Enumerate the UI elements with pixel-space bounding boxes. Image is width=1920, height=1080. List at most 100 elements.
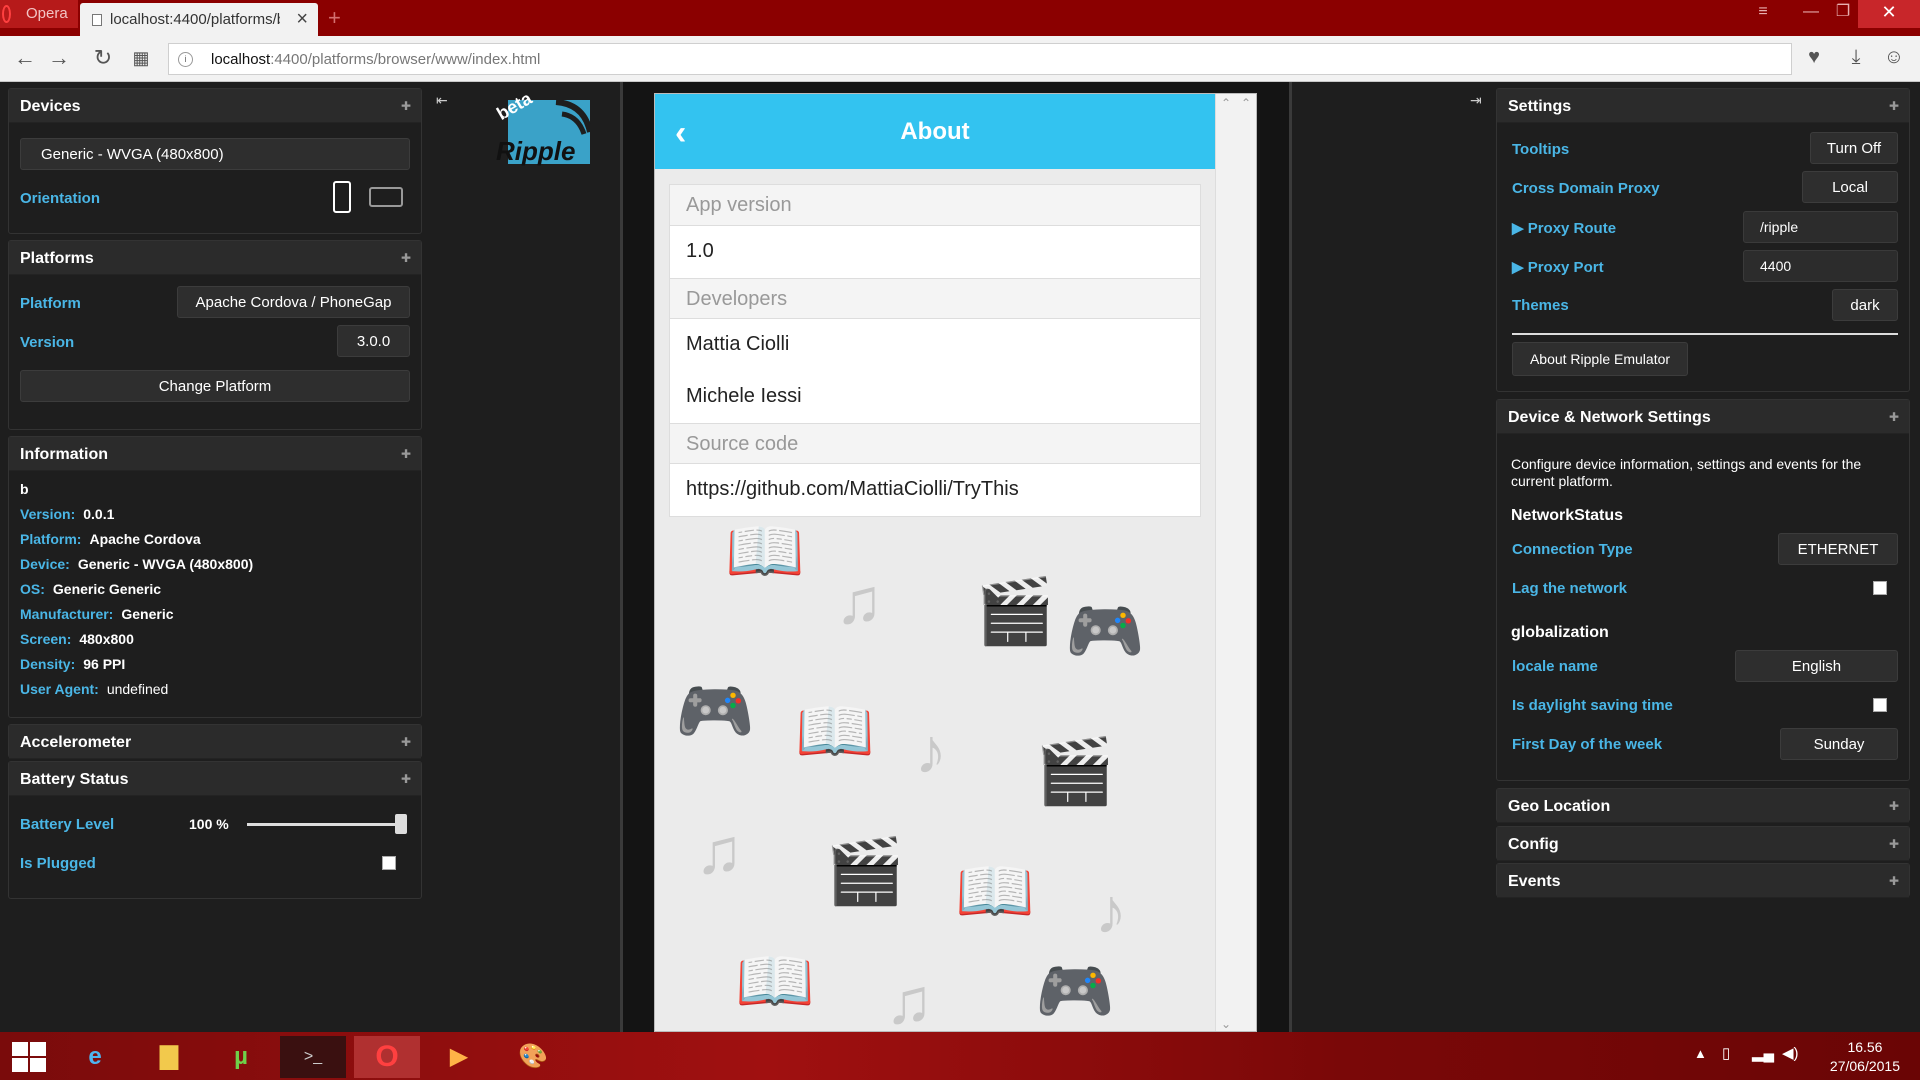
tab-title: localhost:4400/platforms/b — [110, 11, 280, 28]
gamepad-pattern-icon: 🎮 — [1035, 955, 1115, 1027]
first-day-select[interactable]: Sunday — [1780, 728, 1898, 760]
utorrent-icon[interactable]: µ — [208, 1036, 274, 1078]
pin-icon[interactable]: ✚ — [401, 735, 411, 749]
window-close-button[interactable]: ✕ — [1858, 0, 1920, 28]
stash-icon[interactable]: ≡ — [1740, 0, 1786, 28]
battery-slider-track[interactable] — [247, 823, 407, 826]
proxy-port-label[interactable]: ▶ Proxy Port — [1512, 258, 1604, 276]
locale-select[interactable]: English — [1735, 650, 1898, 682]
platforms-panel-header[interactable]: Platforms ✚ — [9, 241, 421, 275]
url-field[interactable]: i localhost:4400/platforms/browser/www/i… — [168, 43, 1792, 75]
scroll-up-icon[interactable]: ⌃ — [1221, 96, 1231, 110]
scroll-down-icon[interactable]: ⌄ — [1221, 1017, 1231, 1031]
change-platform-button[interactable]: Change Platform — [20, 370, 410, 402]
config-panel-header[interactable]: Config ✚ — [1497, 827, 1909, 861]
info-key: User Agent: — [20, 681, 99, 697]
connection-type-select[interactable]: ETHERNET — [1778, 533, 1898, 565]
signal-tray-icon[interactable]: ▂▄ — [1752, 1044, 1774, 1062]
command-prompt-icon[interactable]: >_ — [280, 1036, 346, 1078]
info-user-agent: User Agent: undefined — [20, 681, 168, 697]
pin-icon[interactable]: ✚ — [401, 251, 411, 265]
is-plugged-label: Is Plugged — [20, 855, 96, 872]
landscape-phone-icon[interactable] — [369, 187, 403, 207]
portrait-phone-icon[interactable] — [333, 181, 351, 213]
speed-dial-icon[interactable]: ▦ — [128, 48, 154, 69]
events-panel: Events ✚ — [1496, 863, 1910, 898]
geo-location-panel: Geo Location ✚ — [1496, 788, 1910, 823]
proxy-route-input[interactable]: /ripple — [1743, 211, 1898, 243]
version-select[interactable]: 3.0.0 — [337, 325, 410, 357]
devices-panel: Devices ✚ Generic - WVGA (480x800) Orient… — [8, 88, 422, 234]
daylight-saving-checkbox[interactable] — [1873, 698, 1887, 712]
accelerometer-panel-header[interactable]: Accelerometer ✚ — [9, 725, 421, 759]
pin-icon[interactable]: ✚ — [1889, 99, 1899, 113]
windows-start-icon[interactable] — [10, 1042, 46, 1072]
browser-tab[interactable]: localhost:4400/platforms/b × — [80, 3, 318, 36]
information-title: Information — [20, 446, 108, 463]
devices-panel-header[interactable]: Devices ✚ — [9, 89, 421, 123]
site-info-icon[interactable]: i — [178, 52, 193, 67]
tray-expand-icon[interactable]: ▲ — [1694, 1046, 1707, 1061]
url-path: :4400/platforms/browser/www/index.html — [270, 51, 541, 68]
information-panel-header[interactable]: Information ✚ — [9, 437, 421, 471]
events-panel-header[interactable]: Events ✚ — [1497, 864, 1909, 898]
platform-select[interactable]: Apache Cordova / PhoneGap — [177, 286, 410, 318]
file-explorer-icon[interactable]: ▇ — [136, 1036, 202, 1078]
orientation-label: Orientation — [20, 190, 101, 207]
device-select[interactable]: Generic - WVGA (480x800) — [20, 138, 410, 170]
scroll-up-icon[interactable]: ⌃ — [1241, 96, 1251, 110]
opera-taskbar-icon[interactable]: O — [354, 1036, 420, 1078]
pin-icon[interactable]: ✚ — [401, 99, 411, 113]
proxy-route-label[interactable]: ▶ Proxy Route — [1512, 219, 1616, 237]
phone-scrollbar[interactable]: ⌃ ⌃ ⌄ — [1215, 94, 1256, 1031]
pin-icon[interactable]: ✚ — [1889, 874, 1899, 888]
back-icon[interactable]: ← — [12, 45, 38, 71]
about-ripple-button[interactable]: About Ripple Emulator — [1512, 342, 1688, 376]
reload-icon[interactable]: ↻ — [90, 45, 116, 71]
proxy-port-input[interactable]: 4400 — [1743, 250, 1898, 282]
battery-tray-icon[interactable]: ▯ — [1722, 1044, 1730, 1062]
pin-icon[interactable]: ✚ — [1889, 837, 1899, 851]
close-tab-icon[interactable]: × — [296, 8, 308, 31]
volume-tray-icon[interactable]: ◀) — [1782, 1044, 1799, 1062]
download-icon[interactable]: ⤓ — [1844, 46, 1868, 70]
taskbar-clock[interactable]: 16.56 27/06/2015 — [1830, 1038, 1900, 1076]
platforms-title: Platforms — [20, 250, 94, 267]
device-network-title: Device & Network Settings — [1508, 409, 1711, 426]
new-tab-button[interactable]: + — [328, 5, 341, 31]
collapse-left-icon[interactable]: ⇤ — [436, 92, 448, 109]
page-icon — [92, 14, 102, 26]
account-icon[interactable]: ☺ — [1882, 46, 1906, 70]
info-value: Generic — [121, 606, 174, 622]
book-pattern-icon: 📖 — [725, 515, 805, 587]
collapse-right-icon[interactable]: ⇥ — [1470, 92, 1482, 109]
lag-network-checkbox[interactable] — [1873, 581, 1887, 595]
is-plugged-checkbox[interactable] — [382, 856, 396, 870]
ripple-logo: beta Ripple — [493, 88, 593, 168]
themes-select[interactable]: dark — [1832, 289, 1898, 321]
pin-icon[interactable]: ✚ — [401, 772, 411, 786]
battery-slider-thumb[interactable] — [395, 814, 407, 834]
geo-location-panel-header[interactable]: Geo Location ✚ — [1497, 789, 1909, 823]
paint-icon[interactable]: 🎨 — [500, 1036, 566, 1078]
forward-icon[interactable]: → — [46, 45, 72, 71]
url-host: localhost — [211, 51, 271, 68]
device-network-panel-header[interactable]: Device & Network Settings ✚ — [1497, 400, 1909, 434]
list-item: Michele Iessi — [670, 371, 1200, 423]
pin-icon[interactable]: ✚ — [1889, 799, 1899, 813]
internet-explorer-icon[interactable]: e — [62, 1036, 128, 1078]
app-header: ‹ About — [655, 94, 1215, 169]
pin-icon[interactable]: ✚ — [1889, 410, 1899, 424]
source-code-link[interactable]: https://github.com/MattiaCiolli/TryThis — [670, 464, 1200, 516]
information-panel: Information ✚ b Version: 0.0.1 Platform: Ap… — [8, 436, 422, 718]
settings-panel-header[interactable]: Settings ✚ — [1497, 89, 1909, 123]
battery-panel-header[interactable]: Battery Status ✚ — [9, 762, 421, 796]
pin-icon[interactable]: ✚ — [401, 447, 411, 461]
tooltips-toggle-button[interactable]: Turn Off — [1810, 132, 1898, 164]
settings-panel: Settings ✚ Tooltips Turn Off Cross Domain… — [1496, 88, 1910, 392]
proxy-select[interactable]: Local — [1802, 171, 1898, 203]
battery-title: Battery Status — [20, 771, 129, 788]
opera-menu-button[interactable]: Opera — [0, 0, 78, 28]
heart-icon[interactable]: ♥ — [1802, 46, 1826, 70]
media-player-icon[interactable]: ▶ — [426, 1036, 492, 1078]
